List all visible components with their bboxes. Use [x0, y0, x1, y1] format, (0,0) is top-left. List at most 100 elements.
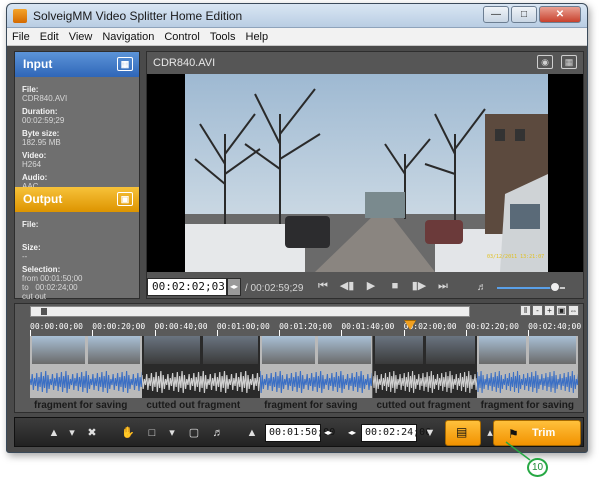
end-spin-icon[interactable]: ◂▸ — [345, 424, 359, 442]
play-icon[interactable]: ▶ — [363, 278, 379, 294]
segment-labels: fragment for saving cutted out fragment fr… — [30, 400, 578, 412]
ruler-tick: 00:01:00;00 — [216, 322, 270, 336]
menu-control[interactable]: Control — [164, 31, 199, 43]
playback-controls: 00:02:02;03 ◂▸ / 00:02:59;29 ⏮ ◀▮ ▶ ■ ▮▶… — [147, 274, 583, 300]
dropdown-arrow-icon[interactable]: ▾ — [63, 424, 81, 442]
ruler-tick: 00:00:00;00 — [30, 322, 83, 336]
timeline-panel: ‖ - + ▣ ⇔ 00:00:00;00 00:00:20;00 00:00:40… — [14, 303, 584, 413]
frame-thumbnail — [32, 336, 85, 364]
volume-knob[interactable] — [549, 282, 560, 292]
audio-waveform — [476, 370, 578, 394]
menu-help[interactable]: Help — [246, 31, 269, 43]
app-icon — [13, 9, 27, 23]
scrollbar-thumb[interactable] — [41, 308, 47, 315]
save-segment[interactable] — [260, 336, 373, 398]
video-viewer: CDR840.AVI ◉ ▦ 03/12/2011 13:21:07 00:02… — [146, 51, 584, 299]
output-file-label: File: — [22, 220, 39, 229]
to-label: to — [22, 283, 29, 292]
zoom-out-icon[interactable]: - — [532, 305, 543, 316]
menu-file[interactable]: File — [12, 31, 30, 43]
size-value: -- — [22, 252, 28, 261]
ruler-tick: 00:00:20;00 — [92, 322, 146, 336]
marker-up-icon[interactable]: ▲ — [45, 424, 63, 442]
audio-label: Audio: — [22, 173, 48, 182]
save-segment[interactable] — [476, 336, 578, 398]
edit-toolbar: ▲ ▾ ✖ ✋ □ ▾ ▢ ♬ ▲ 00:01:50;00 ◂▸ ◂▸ 00:0… — [14, 417, 584, 447]
folder-icon[interactable]: ▦ — [561, 55, 577, 69]
video-frame: 03/12/2011 13:21:07 — [185, 74, 548, 272]
thumb-icon[interactable]: ✋ — [119, 424, 137, 442]
input-details: File: CDR840.AVI Duration: 00:02:59;29 B… — [15, 77, 139, 191]
zoom-in-icon[interactable]: + — [544, 305, 555, 316]
menu-tools[interactable]: Tools — [210, 31, 236, 43]
skip-end-icon[interactable]: ⏭ — [435, 278, 451, 294]
input-header-label: Input — [23, 57, 53, 71]
bytesize-value: 182.95 MB — [22, 138, 61, 147]
volume-fill — [497, 287, 555, 289]
audio-waveform — [260, 370, 373, 394]
output-details: File: Size: -- Selection: from 00:01:50;… — [15, 212, 139, 301]
pause-icon[interactable]: ‖ — [520, 305, 531, 316]
save-disk-icon[interactable]: ▣ — [117, 192, 133, 206]
video-label: Video: — [22, 151, 47, 160]
cut-segment[interactable] — [372, 336, 477, 398]
comment-icon[interactable]: □ — [143, 424, 161, 442]
segment-label: fragment for saving — [264, 400, 358, 411]
frame-thumbnail — [317, 336, 371, 364]
minimize-button[interactable]: — — [483, 6, 509, 23]
skip-start-icon[interactable]: ⏮ — [315, 278, 331, 294]
video-value: H264 — [22, 160, 42, 169]
frame-thumbnail — [426, 336, 475, 364]
end-time-field[interactable]: 00:02:24;00 — [361, 424, 431, 442]
from-value: 00:01:50;00 — [40, 274, 83, 283]
set-start-icon[interactable]: ▲ — [243, 424, 261, 442]
step-back-icon[interactable]: ◀▮ — [339, 278, 355, 294]
step-forward-icon[interactable]: ▮▶ — [411, 278, 427, 294]
frame-thumbnail — [478, 336, 526, 364]
volume-slider[interactable] — [497, 282, 565, 292]
menu-view[interactable]: View — [69, 31, 93, 43]
dropdown-arrow-icon[interactable]: ▾ — [163, 424, 181, 442]
crop-icon[interactable]: ▢ — [185, 424, 203, 442]
from-label: from — [22, 274, 38, 283]
ruler-tick: 00:00:40;00 — [154, 322, 208, 336]
to-value: 00:02:24;00 — [35, 283, 78, 292]
save-segment[interactable] — [30, 336, 143, 398]
expand-icon[interactable]: ⇔ — [568, 305, 579, 316]
selection-to: to 00:02:24;00 — [22, 283, 139, 292]
batch-button[interactable]: ▤ — [445, 420, 481, 446]
video-area[interactable]: 03/12/2011 13:21:07 — [147, 74, 583, 272]
batch-icon: ▤ — [456, 425, 468, 439]
remove-marker-icon[interactable]: ✖ — [83, 424, 101, 442]
frame-thumbnail — [528, 336, 576, 364]
open-folder-icon[interactable]: ▦ — [117, 57, 133, 71]
menu-edit[interactable]: Edit — [40, 31, 59, 43]
total-duration: / 00:02:59;29 — [245, 283, 304, 294]
stop-icon[interactable]: ■ — [387, 278, 403, 294]
time-spin-icon[interactable]: ◂▸ — [227, 278, 241, 296]
timeline-tracks[interactable] — [30, 336, 578, 398]
set-end-icon[interactable]: ▼ — [421, 424, 439, 442]
time-ruler[interactable]: 00:00:00;00 00:00:20;00 00:00:40;00 00:01:0… — [30, 322, 581, 336]
cut-segment[interactable] — [142, 336, 261, 398]
size-label: Size: — [22, 243, 41, 252]
duration-label: Duration: — [22, 107, 58, 116]
close-button[interactable]: ✕ — [539, 6, 581, 23]
frame-thumbnail — [202, 336, 259, 364]
segment-label: fragment for saving — [34, 400, 128, 411]
snapshot-camera-icon[interactable]: ◉ — [537, 55, 553, 69]
frame-thumbnail — [374, 336, 424, 364]
start-time-field[interactable]: 00:01:50;00 — [265, 424, 335, 442]
volume-icon[interactable]: ♬ — [477, 282, 487, 293]
maximize-button[interactable]: □ — [511, 6, 537, 23]
timeline-scrollbar[interactable] — [30, 306, 470, 317]
current-time-field[interactable]: 00:02:02;03 — [147, 278, 227, 296]
start-spin-icon[interactable]: ◂▸ — [321, 424, 335, 442]
ruler-tick: 00:02:20;00 — [465, 322, 519, 336]
ruler-tick: 00:01:40;00 — [341, 322, 395, 336]
zoom-fit-icon[interactable]: ▣ — [556, 305, 567, 316]
input-header: Input ▦ — [15, 52, 139, 77]
mute-icon[interactable]: ♬ — [209, 424, 227, 442]
segment-label: cutted out fragment — [376, 400, 471, 411]
menu-navigation[interactable]: Navigation — [102, 31, 154, 43]
